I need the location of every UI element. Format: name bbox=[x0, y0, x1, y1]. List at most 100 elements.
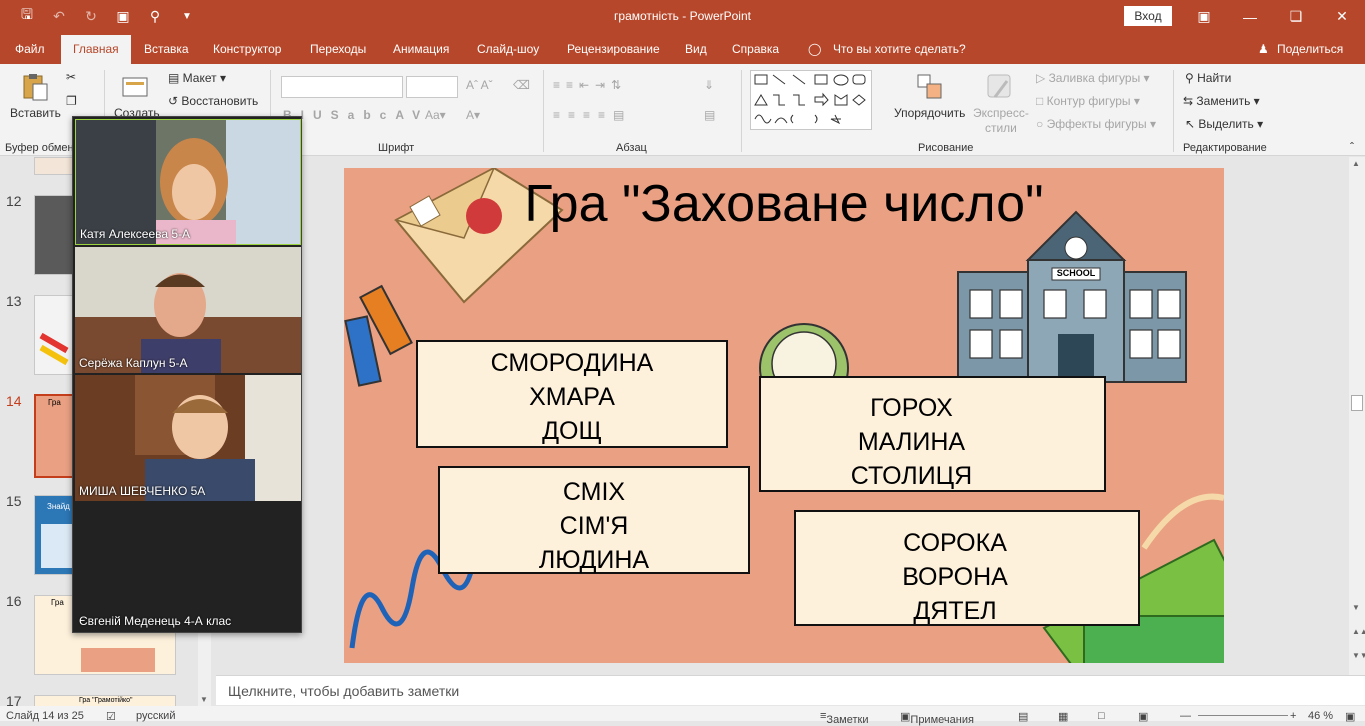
person-icon: ♟ bbox=[1258, 42, 1269, 56]
tab-view[interactable]: Вид bbox=[685, 42, 707, 56]
layout-button[interactable]: ▤ Макет ▾ bbox=[168, 71, 226, 85]
maximize-icon[interactable]: ❏ bbox=[1273, 0, 1319, 33]
card-line: МАЛИНА bbox=[857, 428, 966, 456]
font-name-combo[interactable] bbox=[281, 76, 403, 98]
crayon-icon bbox=[344, 284, 413, 387]
participant-name: Євгеній Меденець 4-А клас bbox=[79, 614, 232, 628]
tab-home[interactable]: Главная bbox=[61, 35, 131, 64]
card-line: СІМ'Я bbox=[559, 512, 629, 540]
fit-slide-icon[interactable]: ▣ bbox=[1345, 710, 1355, 723]
font-color-icon[interactable]: A▾ bbox=[466, 108, 480, 122]
notes-toggle[interactable]: ≡ Заметки bbox=[820, 710, 869, 726]
slideshow-view-icon[interactable]: ▣ bbox=[1138, 710, 1148, 723]
smartart-icon[interactable]: ▤ bbox=[704, 108, 715, 122]
quick-styles-button[interactable]: Экспресс- стили bbox=[973, 106, 1029, 136]
reset-button[interactable]: ↺ Восстановить bbox=[168, 94, 258, 108]
card-line: СМОРОДИНА bbox=[490, 349, 654, 377]
share-button[interactable]: Поделиться bbox=[1277, 42, 1343, 56]
video-tile[interactable]: МИША ШЕВЧЕНКО 5А bbox=[75, 375, 301, 501]
ribbon-display-icon[interactable]: ▣ bbox=[1181, 0, 1227, 33]
slide-sorter-icon[interactable]: ▦ bbox=[1058, 710, 1068, 723]
select-button[interactable]: ↖ Выделить ▾ bbox=[1185, 117, 1263, 131]
editor-scrollbar[interactable]: ▲ ▼ ▲▲ ▼▼ bbox=[1349, 157, 1365, 675]
list-buttons[interactable]: ≡≡⇤⇥⇅ bbox=[553, 78, 627, 92]
tab-help[interactable]: Справка bbox=[732, 42, 779, 56]
signin-button[interactable]: Вход bbox=[1124, 6, 1172, 26]
notes-pane[interactable]: Щелкните, чтобы добавить заметки bbox=[216, 675, 1365, 705]
text-direction-icon[interactable]: ⇓ bbox=[704, 78, 714, 92]
slide-canvas[interactable]: Гра "Заховане число" SCHOOL СМОРОДИНА ХМ… bbox=[344, 168, 1224, 663]
video-tile[interactable]: Серёжа Каплун 5-А bbox=[75, 247, 301, 373]
reading-view-icon[interactable]: □ bbox=[1098, 710, 1105, 722]
cut-icon[interactable]: ✂ bbox=[66, 70, 76, 84]
card-line: СТОЛИЦЯ bbox=[850, 462, 973, 490]
grow-font-icon[interactable]: Aˆ Aˇ bbox=[466, 78, 493, 92]
copy-icon[interactable]: ❐ bbox=[66, 94, 77, 108]
tab-insert[interactable]: Вставка bbox=[144, 42, 189, 56]
arrange-icon[interactable] bbox=[915, 72, 945, 102]
shape-outline-button[interactable]: □ Контур фигуры ▾ bbox=[1036, 94, 1140, 108]
clear-format-icon[interactable]: ⌫ bbox=[513, 78, 530, 92]
tab-animations[interactable]: Анимация bbox=[393, 42, 449, 56]
shape-fill-button[interactable]: ▷ Заливка фигуры ▾ bbox=[1036, 71, 1150, 85]
thumb-title: Знайд bbox=[47, 502, 70, 511]
shape-effects-button[interactable]: ○ Эффекты фигуры ▾ bbox=[1036, 117, 1156, 131]
spellcheck-icon[interactable]: ☑ bbox=[106, 710, 116, 723]
card-line: ХМАРА bbox=[529, 383, 615, 411]
font-style-buttons[interactable]: BIUSabcAV bbox=[283, 108, 429, 122]
clipboard-group-label: Буфер обмен bbox=[5, 142, 74, 154]
slide-title[interactable]: Гра "Заховане число" bbox=[344, 174, 1224, 234]
collapse-ribbon-icon[interactable]: ˆ bbox=[1350, 140, 1354, 154]
slide-number: 12 bbox=[6, 193, 22, 209]
arrange-button[interactable]: Упорядочить bbox=[894, 106, 965, 120]
card-line: СМІХ bbox=[562, 478, 626, 506]
font-group-label: Шрифт bbox=[378, 142, 415, 154]
tab-slideshow[interactable]: Слайд-шоу bbox=[477, 42, 539, 56]
zoom-slider[interactable] bbox=[1198, 715, 1288, 716]
align-buttons[interactable]: ≡≡≡≡▤ bbox=[553, 108, 632, 122]
quick-styles-icon[interactable] bbox=[985, 72, 1015, 102]
slide-number-active: 14 bbox=[6, 393, 22, 409]
word-card-4[interactable]: СОРОКА ВОРОНА ДЯТЕЛ bbox=[794, 510, 1140, 626]
comments-toggle[interactable]: ▣ Примечания bbox=[900, 710, 974, 726]
card-line: ГОРОХ bbox=[870, 394, 953, 422]
card-line: ВОРОНА bbox=[902, 563, 1008, 591]
replace-icon: ⇆ bbox=[1183, 94, 1194, 108]
shapes-gallery[interactable] bbox=[750, 70, 872, 130]
school-building-icon bbox=[957, 210, 1187, 383]
minimize-icon[interactable]: — bbox=[1227, 0, 1273, 33]
word-card-2[interactable]: СМІХ СІМ'Я ЛЮДИНА bbox=[438, 466, 750, 574]
tab-review[interactable]: Рецензирование bbox=[567, 42, 660, 56]
title-bar: 🖫 ↶ ↻ ▣ ⚲ ▼ грамотність - PowerPoint Вхо… bbox=[0, 0, 1365, 33]
normal-view-icon[interactable]: ▤ bbox=[1018, 710, 1028, 723]
tab-transitions[interactable]: Переходы bbox=[310, 42, 366, 56]
participant-name: Серёжа Каплун 5-А bbox=[79, 356, 188, 370]
word-card-1[interactable]: СМОРОДИНА ХМАРА ДОЩ bbox=[416, 340, 728, 448]
paste-icon[interactable] bbox=[20, 72, 50, 102]
paste-button-label[interactable]: Вставить bbox=[10, 106, 61, 120]
scroll-thumb[interactable] bbox=[1351, 395, 1363, 411]
find-button[interactable]: ⚲ Найти bbox=[1185, 71, 1231, 85]
change-case-icon[interactable]: Aa▾ bbox=[425, 108, 446, 122]
tab-design[interactable]: Конструктор bbox=[213, 42, 281, 56]
tab-file[interactable]: Файл bbox=[15, 42, 45, 56]
font-size-combo[interactable] bbox=[406, 76, 458, 98]
close-icon[interactable]: ✕ bbox=[1319, 0, 1365, 33]
video-tile[interactable]: Євгеній Меденець 4-А клас bbox=[75, 503, 301, 631]
lightbulb-icon: ◯ bbox=[808, 42, 822, 56]
zoom-level[interactable]: 46 % bbox=[1308, 710, 1333, 722]
language-indicator[interactable]: русский bbox=[136, 710, 175, 722]
zoom-in-icon[interactable]: + bbox=[1290, 710, 1296, 722]
video-tile[interactable]: Катя Алексеева 5-А bbox=[75, 119, 301, 245]
editing-group-label: Редактирование bbox=[1183, 142, 1267, 154]
zoom-out-icon[interactable]: — bbox=[1180, 710, 1191, 722]
thumb-title: Гра "Грамотійко" bbox=[79, 697, 133, 704]
thumb-title: Гра bbox=[51, 598, 64, 607]
video-call-panel: Катя Алексеева 5-А Серёжа Каплун 5-А МИШ… bbox=[72, 116, 302, 633]
replace-button[interactable]: ⇆ Заменить ▾ bbox=[1183, 94, 1260, 108]
participant-name: Катя Алексеева 5-А bbox=[80, 227, 191, 241]
tell-me-search[interactable]: Что вы хотите сделать? bbox=[833, 42, 966, 56]
ribbon-tabs: Файл Главная Вставка Конструктор Переход… bbox=[0, 33, 1365, 64]
word-card-3[interactable]: ГОРОХ МАЛИНА СТОЛИЦЯ bbox=[759, 376, 1106, 492]
new-slide-icon[interactable] bbox=[120, 72, 150, 102]
